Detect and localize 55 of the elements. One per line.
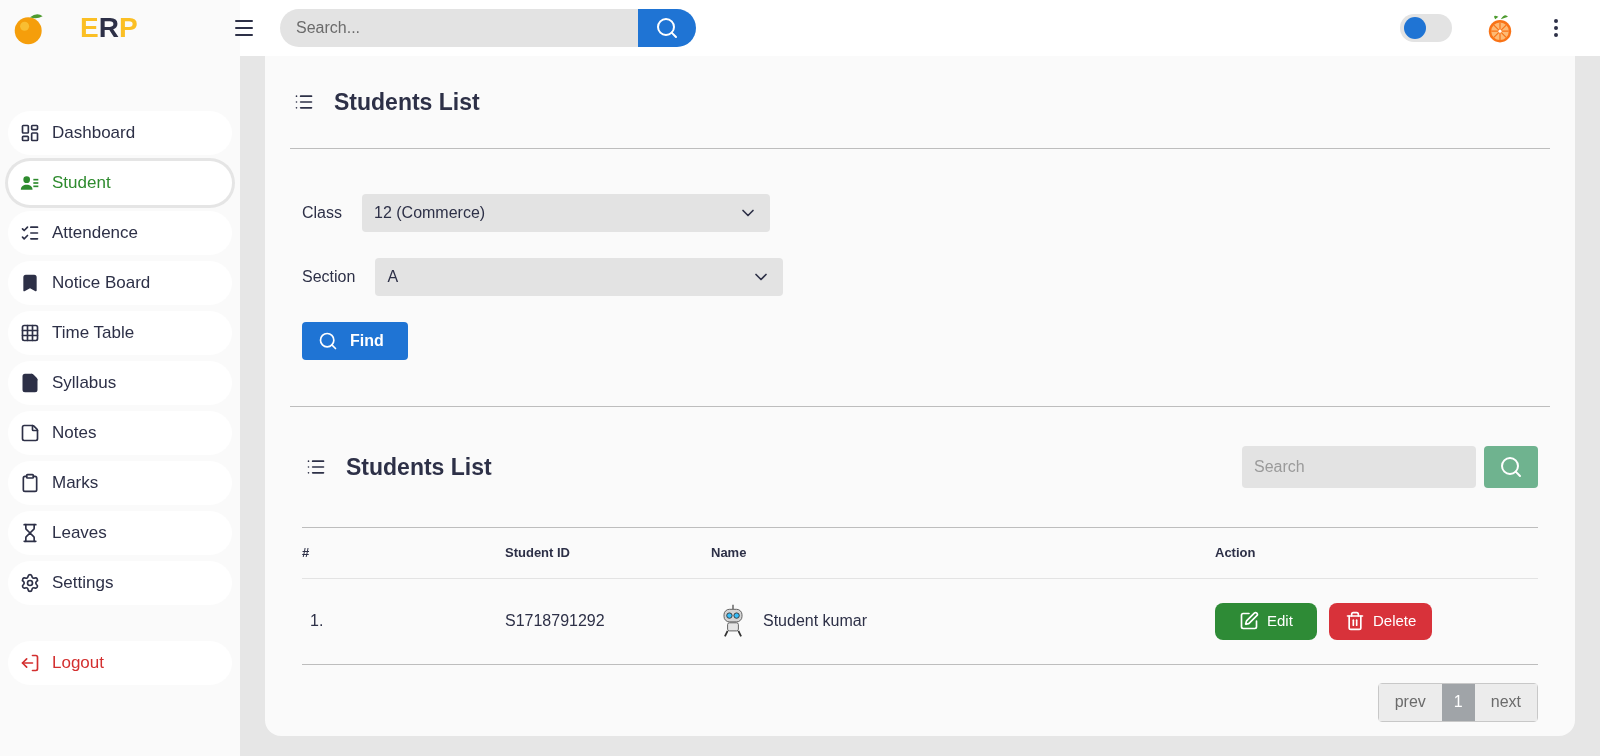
person-list-icon xyxy=(20,173,40,193)
table-cell: S1718791292 xyxy=(505,578,711,664)
field-label: Class xyxy=(302,203,342,223)
student-name: Student kumar xyxy=(763,611,868,631)
page-title: Students List xyxy=(334,87,480,117)
logo-letter: P xyxy=(118,11,138,45)
sidebar-item[interactable]: Time Table xyxy=(8,311,232,355)
sticky-note-icon xyxy=(20,423,40,443)
search-field[interactable]: Search... xyxy=(280,9,638,47)
field-label: Section xyxy=(302,267,356,287)
search-icon xyxy=(318,331,338,351)
search-button[interactable] xyxy=(1484,446,1538,488)
clipboard-icon xyxy=(20,473,40,493)
edit-icon xyxy=(1239,611,1259,631)
search-button[interactable] xyxy=(638,9,696,47)
list-icon xyxy=(306,457,326,477)
delete-button[interactable]: Delete xyxy=(1329,602,1433,640)
select-field[interactable]: A xyxy=(375,258,784,296)
hourglass-icon xyxy=(20,523,40,543)
bookmark-icon xyxy=(20,273,40,293)
sidebar-item[interactable]: Leaves xyxy=(8,511,232,555)
sidebar-item[interactable]: Marks xyxy=(8,461,232,505)
next-button[interactable]: next xyxy=(1474,683,1537,721)
search-field[interactable]: Search xyxy=(1242,446,1476,488)
logout-button[interactable]: Logout xyxy=(8,641,232,685)
checklist-icon xyxy=(20,223,40,243)
document-icon xyxy=(20,373,40,393)
column-header: # xyxy=(302,528,505,578)
column-header: Action xyxy=(1215,528,1538,578)
sidebar-item[interactable]: Dashboard xyxy=(8,111,232,155)
theme-toggle[interactable] xyxy=(1400,14,1452,42)
sidebar-item[interactable]: Syllabus xyxy=(8,361,232,405)
find-button[interactable]: Find xyxy=(302,322,408,360)
sidebar-item[interactable]: Student xyxy=(8,161,232,205)
table-cell: 1. xyxy=(302,578,505,664)
settings-icon xyxy=(20,573,40,593)
column-header: Student ID xyxy=(505,528,711,578)
select-field[interactable]: 12 (Commerce) xyxy=(362,194,770,232)
trash-icon xyxy=(1345,611,1365,631)
sidebar-item[interactable]: Attendence xyxy=(8,211,232,255)
sidebar-item[interactable]: Notice Board xyxy=(8,261,232,305)
logo-letter: E xyxy=(80,11,99,45)
column-header: Name xyxy=(711,528,1215,578)
logo-letter: R xyxy=(98,11,119,45)
logout-icon xyxy=(20,653,40,673)
section-title: Students List xyxy=(346,452,493,482)
list-icon xyxy=(294,92,314,112)
grid-icon xyxy=(20,323,40,343)
search-icon xyxy=(1499,455,1523,479)
prev-button[interactable]: prev xyxy=(1378,683,1442,721)
search-icon xyxy=(655,16,679,40)
edit-button[interactable]: Edit xyxy=(1215,602,1317,640)
sidebar-item[interactable]: Settings xyxy=(8,561,232,605)
dashboard-icon xyxy=(20,123,40,143)
sidebar-item[interactable]: Notes xyxy=(8,411,232,455)
